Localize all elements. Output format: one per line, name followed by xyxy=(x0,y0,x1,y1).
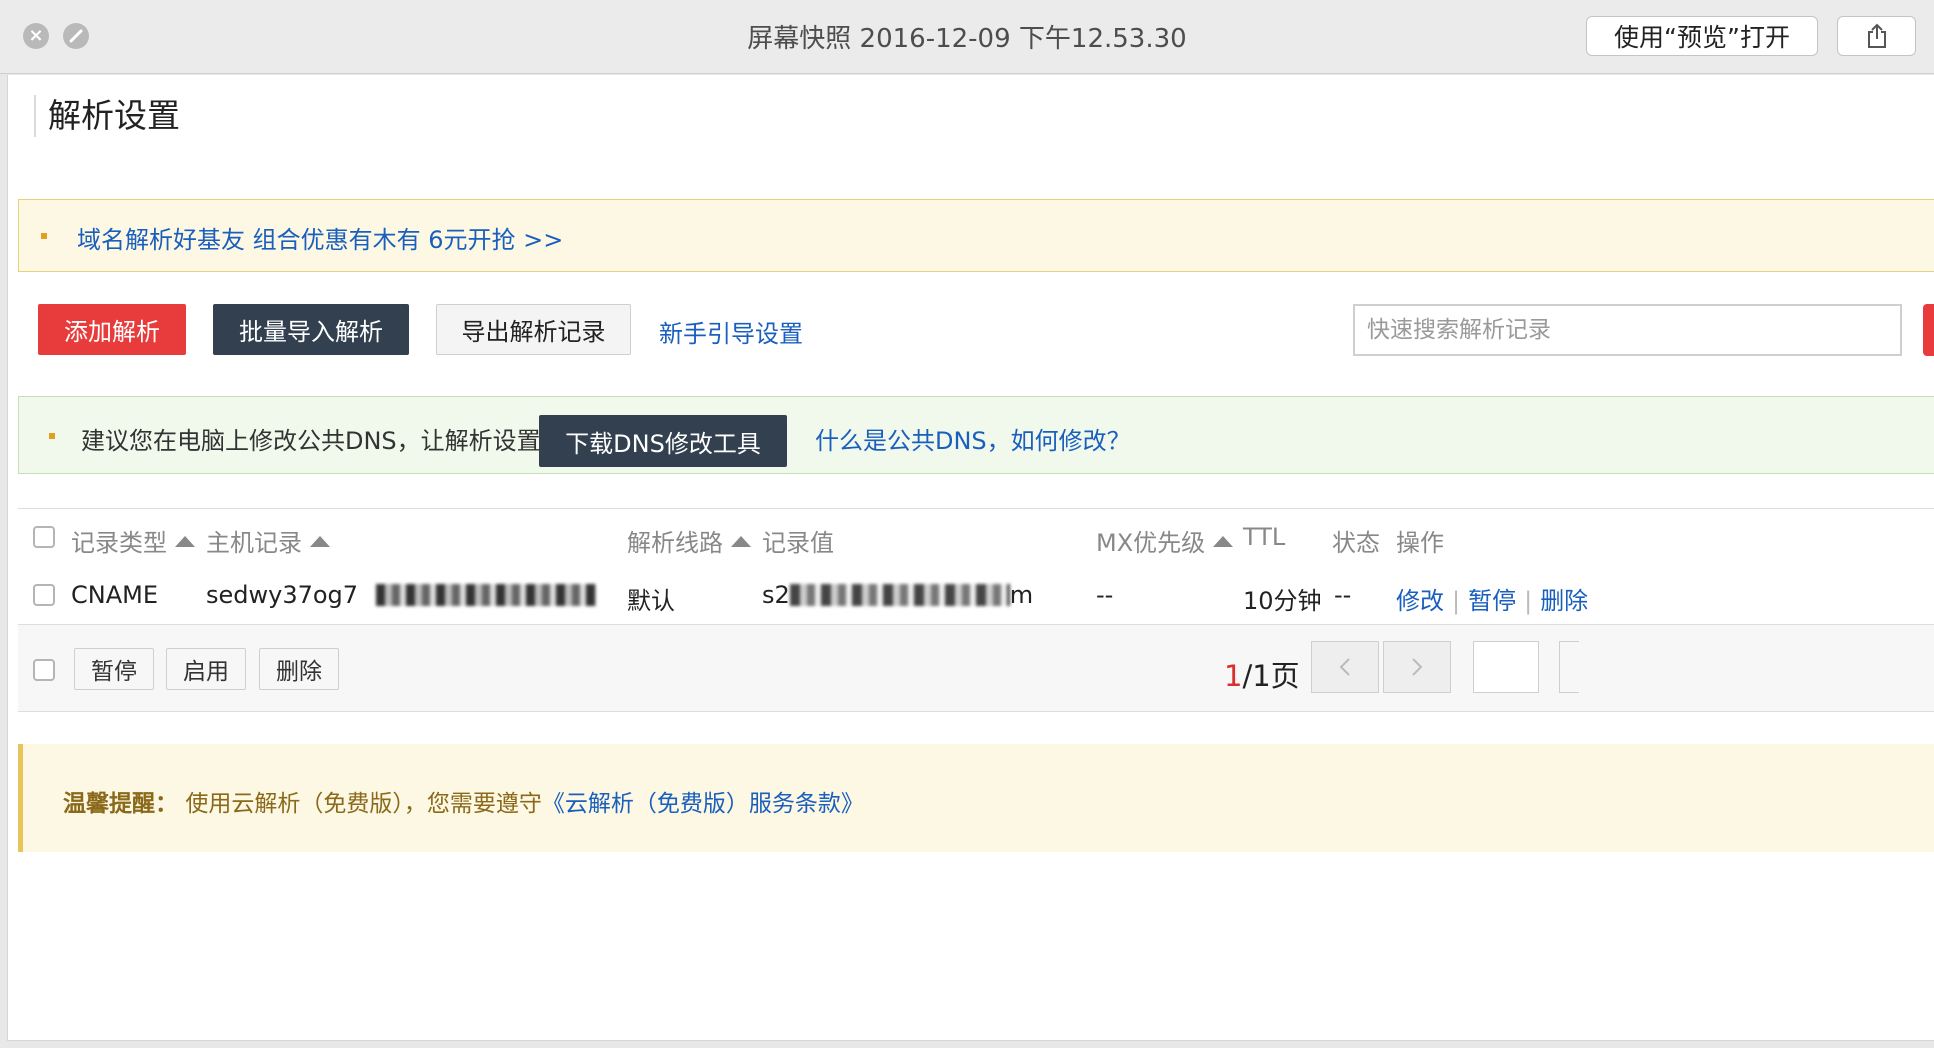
total-pages: /1页 xyxy=(1242,659,1300,693)
bullet-icon xyxy=(49,433,55,439)
chevron-left-icon xyxy=(1339,658,1350,676)
column-header-value: 记录值 xyxy=(762,529,834,557)
host-record-text: sedwy37og7 xyxy=(206,581,359,609)
search-button[interactable] xyxy=(1923,304,1934,356)
page-title: 解析设置 xyxy=(34,95,180,137)
notice-body: 使用云解析（免费版），您需要遵守 xyxy=(185,791,542,817)
open-with-preview-button[interactable]: 使用“预览”打开 xyxy=(1586,16,1818,56)
column-header-label: MX优先级 xyxy=(1096,529,1206,557)
resolution-line-cell: 默认 xyxy=(627,587,675,615)
sort-up-icon xyxy=(310,536,330,547)
column-header-host[interactable]: 主机记录 xyxy=(206,523,330,558)
redacted-host xyxy=(375,584,596,606)
table-footer: 暂停 启用 删除 1/1页 xyxy=(18,625,1934,712)
action-separator: | xyxy=(1452,587,1461,615)
table-divider xyxy=(18,508,1934,509)
promo-link[interactable]: 域名解析好基友 组合优惠有木有 6元开抢 >> xyxy=(77,220,563,255)
share-icon xyxy=(1867,23,1886,48)
page-jump-input[interactable] xyxy=(1473,641,1539,693)
page-indicator: 1/1页 xyxy=(1224,653,1300,695)
bulk-pause-button[interactable]: 暂停 xyxy=(74,648,154,690)
share-button[interactable] xyxy=(1837,16,1916,56)
sort-up-icon xyxy=(1213,536,1234,547)
notice-text: 温馨提醒： 使用云解析（免费版），您需要遵守《云解析（免费版）服务条款》 xyxy=(63,784,864,818)
footer-select-all-checkbox[interactable] xyxy=(33,659,55,681)
add-record-button[interactable]: 添加解析 xyxy=(38,304,186,355)
record-search-input[interactable] xyxy=(1353,304,1902,356)
next-page-button[interactable] xyxy=(1383,641,1451,693)
beginner-guide-link[interactable]: 新手引导设置 xyxy=(659,314,803,349)
chevron-right-icon xyxy=(1412,658,1423,676)
row-checkbox[interactable] xyxy=(33,584,55,606)
sort-up-icon xyxy=(175,536,195,547)
column-header-status: 状态 xyxy=(1332,529,1380,557)
notice-banner: 温馨提醒： 使用云解析（免费版），您需要遵守《云解析（免费版）服务条款》 xyxy=(18,744,1934,852)
terms-link[interactable]: 《云解析（免费版）服务条款》 xyxy=(542,791,864,817)
batch-import-button[interactable]: 批量导入解析 xyxy=(213,304,409,355)
column-header-label: 解析线路 xyxy=(627,529,723,557)
bullet-icon xyxy=(41,233,47,239)
record-value-prefix: s2 xyxy=(762,581,790,609)
sort-up-icon xyxy=(731,536,751,547)
column-header-type[interactable]: 记录类型 xyxy=(71,523,195,558)
page-content: 解析设置 域名解析好基友 组合优惠有木有 6元开抢 >> 添加解析 批量导入解析… xyxy=(7,75,1934,1041)
host-record-cell: sedwy37og7 xyxy=(206,581,596,609)
edit-link[interactable]: 修改 xyxy=(1396,587,1444,615)
public-dns-help-link[interactable]: 什么是公共DNS，如何修改？ xyxy=(815,421,1131,456)
delete-link[interactable]: 删除 xyxy=(1540,587,1588,615)
column-header-label: 记录类型 xyxy=(71,529,167,557)
bulk-enable-button[interactable]: 启用 xyxy=(166,648,246,690)
download-dns-tool-button[interactable]: 下载DNS修改工具 xyxy=(539,415,787,467)
dns-tip-banner: 建议您在电脑上修改公共DNS，让解析设置实时生效。 下载DNS修改工具 什么是公… xyxy=(18,396,1934,474)
ttl-cell: 10分钟 xyxy=(1243,587,1322,615)
status-cell: -- xyxy=(1334,581,1352,609)
column-header-ttl: TTL xyxy=(1243,523,1286,551)
select-all-checkbox[interactable] xyxy=(33,526,55,548)
mx-priority-cell: -- xyxy=(1096,581,1114,609)
quicklook-title-bar: × 屏幕快照 2016-12-09 下午12.53.30 使用“预览”打开 xyxy=(0,0,1934,74)
column-header-actions: 操作 xyxy=(1396,529,1444,557)
action-separator: | xyxy=(1524,587,1533,615)
page-jump-button[interactable] xyxy=(1559,641,1579,693)
column-header-line[interactable]: 解析线路 xyxy=(627,523,751,558)
record-type-cell: CNAME xyxy=(71,581,158,609)
bulk-delete-button[interactable]: 删除 xyxy=(259,648,339,690)
column-header-label: 主机记录 xyxy=(206,529,302,557)
column-header-mx[interactable]: MX优先级 xyxy=(1096,523,1234,558)
prev-page-button[interactable] xyxy=(1311,641,1379,693)
export-records-button[interactable]: 导出解析记录 xyxy=(436,304,631,355)
record-value-suffix: m xyxy=(1009,581,1034,609)
record-value-cell: s2 m xyxy=(762,581,1033,609)
current-page: 1 xyxy=(1224,659,1243,693)
actions-cell: 修改 | 暂停 | 删除 xyxy=(1396,581,1588,616)
redacted-value xyxy=(789,584,1010,606)
promo-banner: 域名解析好基友 组合优惠有木有 6元开抢 >> xyxy=(18,199,1934,272)
notice-label: 温馨提醒： xyxy=(63,791,178,817)
pause-link[interactable]: 暂停 xyxy=(1468,587,1516,615)
